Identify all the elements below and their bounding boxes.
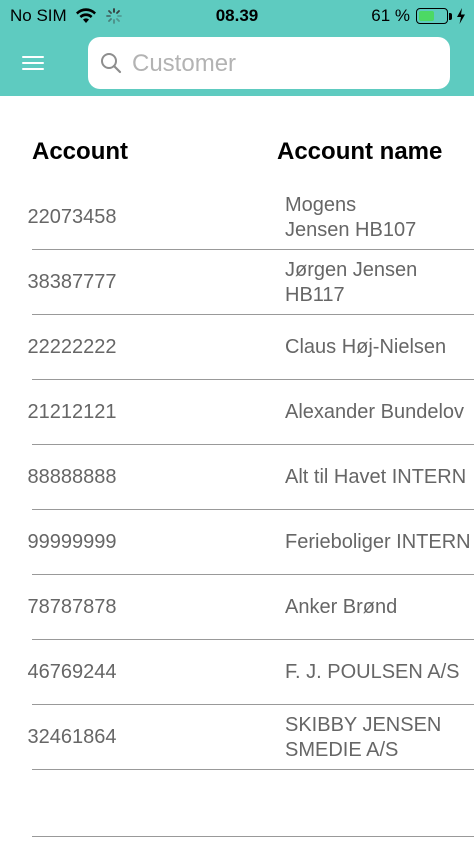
table-row[interactable]: 78787878 Anker Brønd xyxy=(0,575,474,640)
account-name: Ferieboliger INTERN xyxy=(285,531,471,553)
account-name: Jørgen Jensen HB117 xyxy=(285,258,418,306)
hamburger-menu-icon[interactable] xyxy=(22,52,52,76)
table-row[interactable]: 46769244 F. J. POULSEN A/S xyxy=(0,640,474,705)
account-list: 22073458 Mogens Jensen HB107 38387777 Jø… xyxy=(0,185,474,770)
account-column-header: Account xyxy=(32,138,128,165)
battery-percent: 61 % xyxy=(371,6,410,25)
row-divider xyxy=(32,769,474,770)
account-number: 22073458 xyxy=(27,206,117,228)
search-icon xyxy=(101,53,122,74)
account-name: Alt til Havet INTERN xyxy=(285,466,467,488)
search-input[interactable] xyxy=(130,37,434,91)
account-number: 38387777 xyxy=(27,271,117,293)
account-name: Mogens Jensen HB107 xyxy=(285,193,417,241)
table-row[interactable]: 38387777 Jørgen Jensen HB117 xyxy=(0,250,474,315)
table-row[interactable]: 22222222 Claus Høj-Nielsen xyxy=(0,315,474,380)
account-number: 46769244 xyxy=(27,661,117,683)
battery-tip xyxy=(449,12,452,20)
table-row[interactable]: 99999999 Ferieboliger INTERN xyxy=(0,510,474,575)
account-name-column-header: Account name xyxy=(277,138,443,165)
account-number: 22222222 xyxy=(27,336,117,358)
account-number: 32461864 xyxy=(27,726,117,748)
account-name: Claus Høj-Nielsen xyxy=(285,336,447,358)
account-name: SKIBBY JENSEN SMEDIE A/S xyxy=(285,713,442,761)
account-name: F. J. POULSEN A/S xyxy=(285,661,460,683)
account-name: Alexander Bundelov xyxy=(285,401,465,423)
search-bar[interactable] xyxy=(88,37,450,91)
account-number: 99999999 xyxy=(27,531,117,553)
battery-icon xyxy=(416,8,448,24)
account-number: 88888888 xyxy=(27,466,117,488)
navigation-bar xyxy=(0,34,474,96)
table-row[interactable]: 22073458 Mogens Jensen HB107 xyxy=(0,185,474,250)
table-row[interactable]: 32461864 SKIBBY JENSEN SMEDIE A/S xyxy=(0,705,474,770)
table-row[interactable]: 21212121 Alexander Bundelov xyxy=(0,380,474,445)
account-name: Anker Brønd xyxy=(285,596,398,618)
battery-fill xyxy=(419,11,434,21)
status-bar: No SIM 08.39 61 % xyxy=(0,0,474,34)
account-number: 21212121 xyxy=(27,401,117,423)
table-header: Account Account name xyxy=(0,138,474,170)
status-right: 61 % xyxy=(371,6,466,26)
account-number: 78787878 xyxy=(27,596,117,618)
charging-bolt-icon xyxy=(457,8,465,24)
table-row[interactable]: 88888888 Alt til Havet INTERN xyxy=(0,445,474,510)
list-bottom-divider xyxy=(32,836,474,837)
